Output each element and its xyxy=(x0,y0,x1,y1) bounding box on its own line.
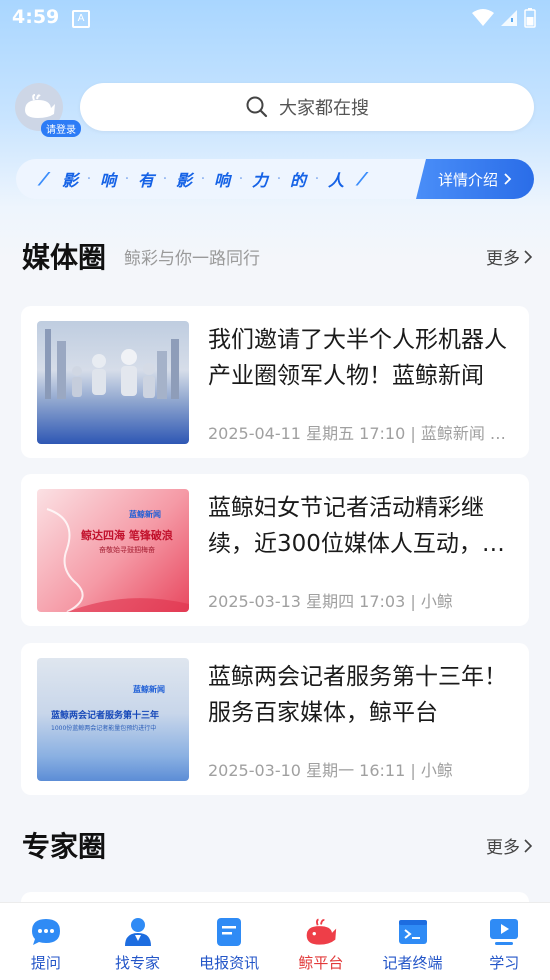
news-title: 我们邀请了大半个人形机器人产业圈领军人物！蓝鲸新闻 xyxy=(208,327,507,389)
nav-label: 鲸平台 xyxy=(298,954,344,972)
thumb-line: 奋敬始寻鼓掴梅奋 xyxy=(99,546,155,554)
nav-label: 电报资讯 xyxy=(199,954,260,972)
chevron-right-icon xyxy=(524,249,532,264)
thumb-headline: 蓝鲸两会记者服务第十三年 xyxy=(51,711,160,721)
nav-item-study[interactable]: 学习 xyxy=(458,903,550,980)
nav-item-telegram[interactable]: 电报资讯 xyxy=(183,903,275,980)
more-label: 更多 xyxy=(486,838,520,858)
section-title: 专家圈 xyxy=(22,830,107,863)
login-label[interactable]: 请登录 xyxy=(41,120,81,137)
news-card[interactable]: 蓝鲸新闻 蓝鲸两会记者服务第十三年 1000份蓝鲸两会记者能量包预约进行中 蓝鲸… xyxy=(21,643,529,795)
search-placeholder: 大家都在搜 xyxy=(279,98,369,119)
slogan-char: 的 xyxy=(289,171,306,190)
section-subtitle: 鲸彩与你一路同行 xyxy=(124,248,261,269)
news-meta: 2025-03-13 星期四 17:03 | 小鲸 xyxy=(208,592,453,611)
status-bar: 4:59 A xyxy=(0,0,550,38)
more-label: 更多 xyxy=(486,249,520,269)
status-icons xyxy=(472,8,536,28)
slogan-char: 有 xyxy=(137,171,154,190)
thumb-line: 1000份蓝鲸两会记者能量包预约进行中 xyxy=(51,725,157,732)
chat-bubble-icon xyxy=(30,916,62,948)
slogan-char: 人 xyxy=(327,171,344,190)
nav-item-find-expert[interactable]: 找专家 xyxy=(92,903,184,980)
news-title: 蓝鲸两会记者服务第十三年！服务百家媒体，鲸平台 xyxy=(208,664,507,726)
slogan-char: 影 xyxy=(61,171,78,190)
search-bar[interactable]: 大家都在搜 xyxy=(80,83,534,131)
robots-city-image xyxy=(45,329,179,399)
news-title: 蓝鲸妇女节记者活动精彩继续，近300位媒体人互动，鲸彩 xyxy=(208,495,505,557)
slogan-char: 影 xyxy=(175,171,192,190)
terminal-icon xyxy=(397,916,429,948)
battery-icon xyxy=(524,8,536,28)
status-time: 4:59 xyxy=(12,6,60,28)
section-title: 媒体圈 xyxy=(22,241,107,274)
slogan-char: 力 xyxy=(251,171,268,190)
thumb-headline: 鲸达四海 笔锋破浪 xyxy=(81,529,173,542)
nav-label: 学习 xyxy=(489,954,520,972)
nav-label: 记者终端 xyxy=(382,954,443,972)
bottom-nav: 提问 找专家 电报资讯 鲸平台 记者终端 学习 xyxy=(0,902,550,980)
expert-section-header: 专家圈 更多 xyxy=(22,825,532,865)
chevron-right-icon xyxy=(524,838,532,853)
telegram-doc-icon xyxy=(213,916,245,948)
news-thumbnail xyxy=(37,321,189,444)
more-link[interactable]: 更多 xyxy=(486,244,532,269)
app-notification-icon: A xyxy=(72,10,90,28)
nav-item-whale-platform[interactable]: 鲸平台 xyxy=(275,903,367,980)
thumb-brand: 蓝鲸新闻 xyxy=(133,685,165,694)
signal-icon xyxy=(501,10,517,26)
search-icon xyxy=(246,96,268,118)
slogan-banner[interactable]: ⁄ 影 · 响 · 有 · 影 · 响 · 力 · 的 · 人 ⁄ 详情介绍 xyxy=(16,159,534,199)
video-play-icon xyxy=(488,916,520,948)
login-avatar[interactable]: 请登录 xyxy=(15,83,81,137)
wifi-icon xyxy=(472,9,494,26)
more-link[interactable]: 更多 xyxy=(486,833,532,858)
nav-label: 提问 xyxy=(30,954,61,972)
news-card[interactable]: 蓝鲸新闻 鲸达四海 笔锋破浪 奋敬始寻鼓掴梅奋 蓝鲸妇女节记者活动精彩继续，近3… xyxy=(21,474,529,626)
thumb-brand: 蓝鲸新闻 xyxy=(129,510,161,519)
news-meta: 2025-03-10 星期一 16:11 | 小鲸 xyxy=(208,761,453,780)
slogan-char: 响 xyxy=(99,171,116,190)
slogan-slash-icon: ⁄ xyxy=(42,168,46,190)
detail-button[interactable]: 详情介绍 xyxy=(416,159,534,199)
nav-item-ask[interactable]: 提问 xyxy=(0,903,92,980)
detail-button-label: 详情介绍 xyxy=(437,170,498,189)
expert-person-icon xyxy=(122,916,154,948)
slogan-slash-icon: ⁄ xyxy=(360,168,364,190)
news-card[interactable]: 我们邀请了大半个人形机器人产业圈领军人物！蓝鲸新闻 2025-04-11 星期五… xyxy=(21,306,529,458)
news-thumbnail: 蓝鲸新闻 蓝鲸两会记者服务第十三年 1000份蓝鲸两会记者能量包预约进行中 xyxy=(37,658,189,781)
media-section-header: 媒体圈 鲸彩与你一路同行 更多 xyxy=(22,236,532,276)
slogan: ⁄ 影 · 响 · 有 · 影 · 响 · 力 · 的 · 人 ⁄ xyxy=(34,159,372,199)
whale-avatar-icon xyxy=(25,94,55,118)
chevron-right-icon xyxy=(504,173,512,185)
news-meta: 2025-04-11 星期五 17:10 | 蓝鲸新闻 记者 xyxy=(208,424,516,443)
whale-icon xyxy=(305,916,337,948)
news-thumbnail: 蓝鲸新闻 鲸达四海 笔锋破浪 奋敬始寻鼓掴梅奋 xyxy=(37,489,189,612)
nav-label: 找专家 xyxy=(115,954,161,972)
slogan-char: 响 xyxy=(213,171,230,190)
nav-item-reporter-terminal[interactable]: 记者终端 xyxy=(367,903,459,980)
